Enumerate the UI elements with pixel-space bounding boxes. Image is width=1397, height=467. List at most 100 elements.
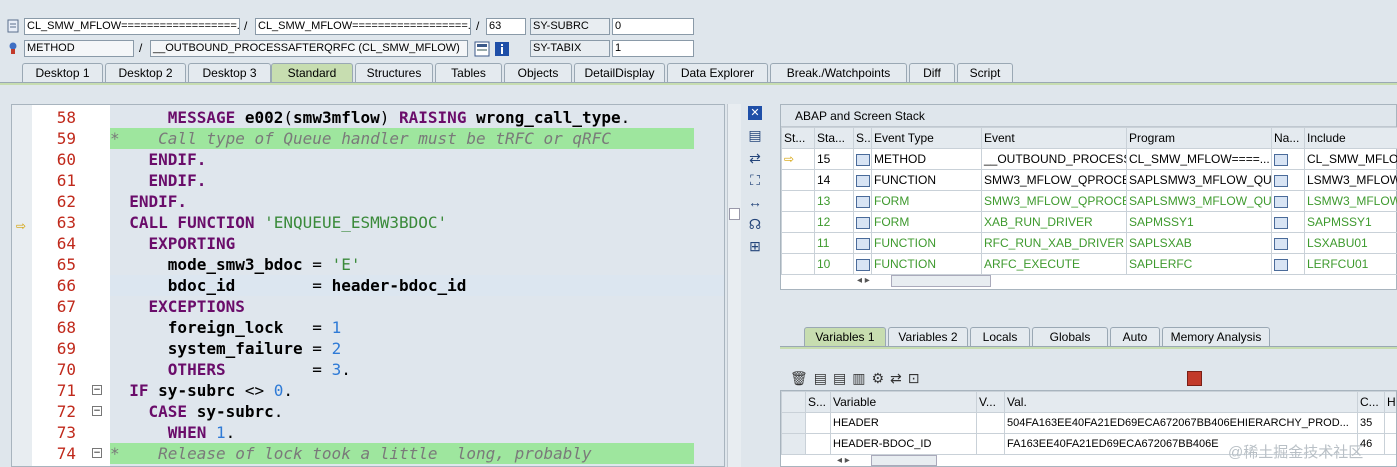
hscroll-left-icon[interactable]: ◂ ▸ [857, 275, 870, 286]
tab-tables[interactable]: Tables [435, 63, 502, 82]
remove-icon[interactable]: ▥ [852, 371, 871, 387]
tab-variables-2[interactable]: Variables 2 [888, 327, 968, 346]
tab-memory-analysis[interactable]: Memory Analysis [1162, 327, 1270, 346]
fold-toggle-icon[interactable]: − [92, 385, 102, 395]
event-type-cell: FUNCTION [871, 253, 982, 275]
navigate-icon[interactable] [1274, 237, 1288, 250]
copy-icon[interactable]: ▤ [814, 371, 833, 387]
abap-stack-panel: ABAP and Screen Stack St... Sta... S... … [780, 104, 1397, 290]
tree-structure-icon[interactable]: ⊞ [746, 237, 764, 255]
tab-diff[interactable]: Diff [909, 63, 955, 82]
navigate-icon[interactable] [1274, 258, 1288, 271]
editor-vertical-scrollbar[interactable] [727, 104, 741, 467]
event-cell: XAB_RUN_DRIVER [981, 211, 1127, 233]
service-icon[interactable]: ☊ [746, 215, 764, 233]
navigate-icon[interactable] [1274, 216, 1288, 229]
fold-toggle-icon[interactable]: − [92, 448, 102, 458]
column-header[interactable]: V... [976, 391, 1005, 413]
tab-globals[interactable]: Globals [1032, 327, 1108, 346]
navigate-icon[interactable] [1274, 195, 1288, 208]
program-field[interactable]: CL_SMW_MFLOW==================... [24, 18, 240, 35]
program-cell: CL_SMW_MFLOW====... [1126, 148, 1272, 170]
variable-name-cell[interactable]: HEADER [830, 412, 977, 434]
select-icon[interactable]: ⊡ [908, 371, 926, 387]
info-icon[interactable] [494, 41, 510, 57]
fold-toggle-icon[interactable]: − [92, 406, 102, 416]
column-header[interactable]: Include [1304, 127, 1397, 149]
tab-breakpoints[interactable]: Break./Watchpoints [770, 63, 907, 82]
tab-locals[interactable]: Locals [970, 327, 1030, 346]
stack-row[interactable]: 11 FUNCTION RFC_RUN_XAB_DRIVER SAPLSXAB … [781, 232, 1397, 254]
code-text: OTHERS = 3. [167, 360, 351, 379]
sysvar-label: SY-SUBRC [530, 18, 610, 35]
stack-row[interactable]: 10 FUNCTION ARFC_EXECUTE SAPLERFC LERFCU… [781, 253, 1397, 275]
tab-auto[interactable]: Auto [1110, 327, 1160, 346]
stack-row[interactable]: 14 FUNCTION SMW3_MFLOW_QPROCE... SAPLSMW… [781, 169, 1397, 191]
variable-row[interactable]: HEADER 504FA163EE40FA21ED69ECA672067BB40… [781, 412, 1396, 434]
tab-standard[interactable]: Standard [271, 63, 353, 82]
vars-hscroll-thumb[interactable] [871, 455, 937, 466]
include-field[interactable]: CL_SMW_MFLOW==================... [255, 18, 471, 35]
line-number: 58 [56, 108, 76, 127]
tab-desktop-1[interactable]: Desktop 1 [22, 63, 103, 82]
sysvar-value[interactable]: 0 [612, 18, 694, 35]
line-number: 70 [56, 360, 76, 379]
stack-hscroll-thumb[interactable] [891, 275, 991, 287]
scroll-thumb[interactable] [729, 208, 740, 220]
vars-hscroll-arrows-icon[interactable]: ◂ ▸ [837, 455, 850, 466]
stack-header-row: St... Sta... S... Event Type Event Progr… [781, 127, 1397, 149]
tab-desktop-2[interactable]: Desktop 2 [105, 63, 186, 82]
include-cell: SAPMSSY1 [1304, 211, 1397, 233]
close-icon[interactable]: ✕ [748, 106, 762, 120]
tab-objects[interactable]: Objects [504, 63, 572, 82]
settings-icon[interactable]: ⚙ [871, 371, 890, 387]
column-header[interactable]: Sta... [814, 127, 854, 149]
column-header[interactable]: Event [981, 127, 1127, 149]
sysvar-value-2[interactable]: 1 [612, 40, 694, 57]
column-header[interactable]: Variable [830, 391, 977, 413]
column-header[interactable]: He [1384, 391, 1396, 413]
source-editor[interactable]: 58 MESSAGE e002(smw3mflow) RAISING wrong… [11, 104, 725, 467]
tab-detaildisplay[interactable]: DetailDisplay [574, 63, 665, 82]
line-field[interactable]: 63 [486, 18, 526, 35]
code-line: 68 foreign_lock = 1 [12, 317, 724, 338]
program-cell: SAPLSMW3_MFLOW_QU... [1126, 169, 1272, 191]
save-icon[interactable] [1187, 371, 1202, 386]
column-header[interactable]: Na... [1271, 127, 1305, 149]
stack-row[interactable]: ⇨ 15 METHOD __OUTBOUND_PROCESS... CL_SMW… [781, 148, 1397, 170]
variable-value-cell[interactable]: 504FA163EE40FA21ED69ECA672067BB406EHIERA… [1004, 412, 1358, 434]
column-header[interactable]: S... [853, 127, 872, 149]
tab-data-explorer[interactable]: Data Explorer [667, 63, 768, 82]
where-used-icon[interactable] [474, 41, 490, 57]
tab-structures[interactable]: Structures [355, 63, 433, 82]
column-header[interactable]: Val. [1004, 391, 1358, 413]
stack-row[interactable]: 13 FORM SMW3_MFLOW_QPROCE... SAPLSMW3_MF… [781, 190, 1397, 212]
column-header[interactable]: Program [1126, 127, 1272, 149]
tab-variables-1[interactable]: Variables 1 [804, 327, 886, 346]
navigate-icon[interactable] [1274, 153, 1288, 166]
variables-header-row: S... Variable V... Val. C... He [781, 391, 1396, 413]
maximize-icon[interactable]: ⛶ [746, 171, 764, 189]
variables-tabs: Variables 1 Variables 2 Locals Globals A… [780, 327, 1397, 346]
column-header[interactable]: St... [781, 127, 815, 149]
delete-icon[interactable]: 🗑 [790, 371, 814, 387]
program-cell: SAPLSXAB [1126, 232, 1272, 254]
line-number: 62 [56, 192, 76, 211]
code-text: CASE sy-subrc. [148, 402, 284, 421]
variable-name-cell[interactable]: HEADER-BDOC_ID [830, 433, 977, 455]
column-header[interactable]: Event Type [871, 127, 982, 149]
column-header[interactable]: S... [805, 391, 831, 413]
stack-row[interactable]: 12 FORM XAB_RUN_DRIVER SAPMSSY1 SAPMSSY1 [781, 211, 1397, 233]
paste-icon[interactable]: ▤ [833, 371, 852, 387]
line-number: 74 [56, 444, 76, 463]
event-type-cell: METHOD [871, 148, 982, 170]
column-header[interactable]: C... [1357, 391, 1385, 413]
swap-tool-icon[interactable]: ⇄ [746, 149, 764, 167]
navigate-icon[interactable] [1274, 174, 1288, 187]
tab-desktop-3[interactable]: Desktop 3 [188, 63, 271, 82]
full-width-icon[interactable]: ↔ [746, 193, 764, 211]
new-tool-icon[interactable]: ▤ [746, 126, 764, 144]
tab-script[interactable]: Script [957, 63, 1013, 82]
navigate-icon[interactable]: ⇄ [890, 371, 908, 387]
separator: / [139, 41, 143, 55]
